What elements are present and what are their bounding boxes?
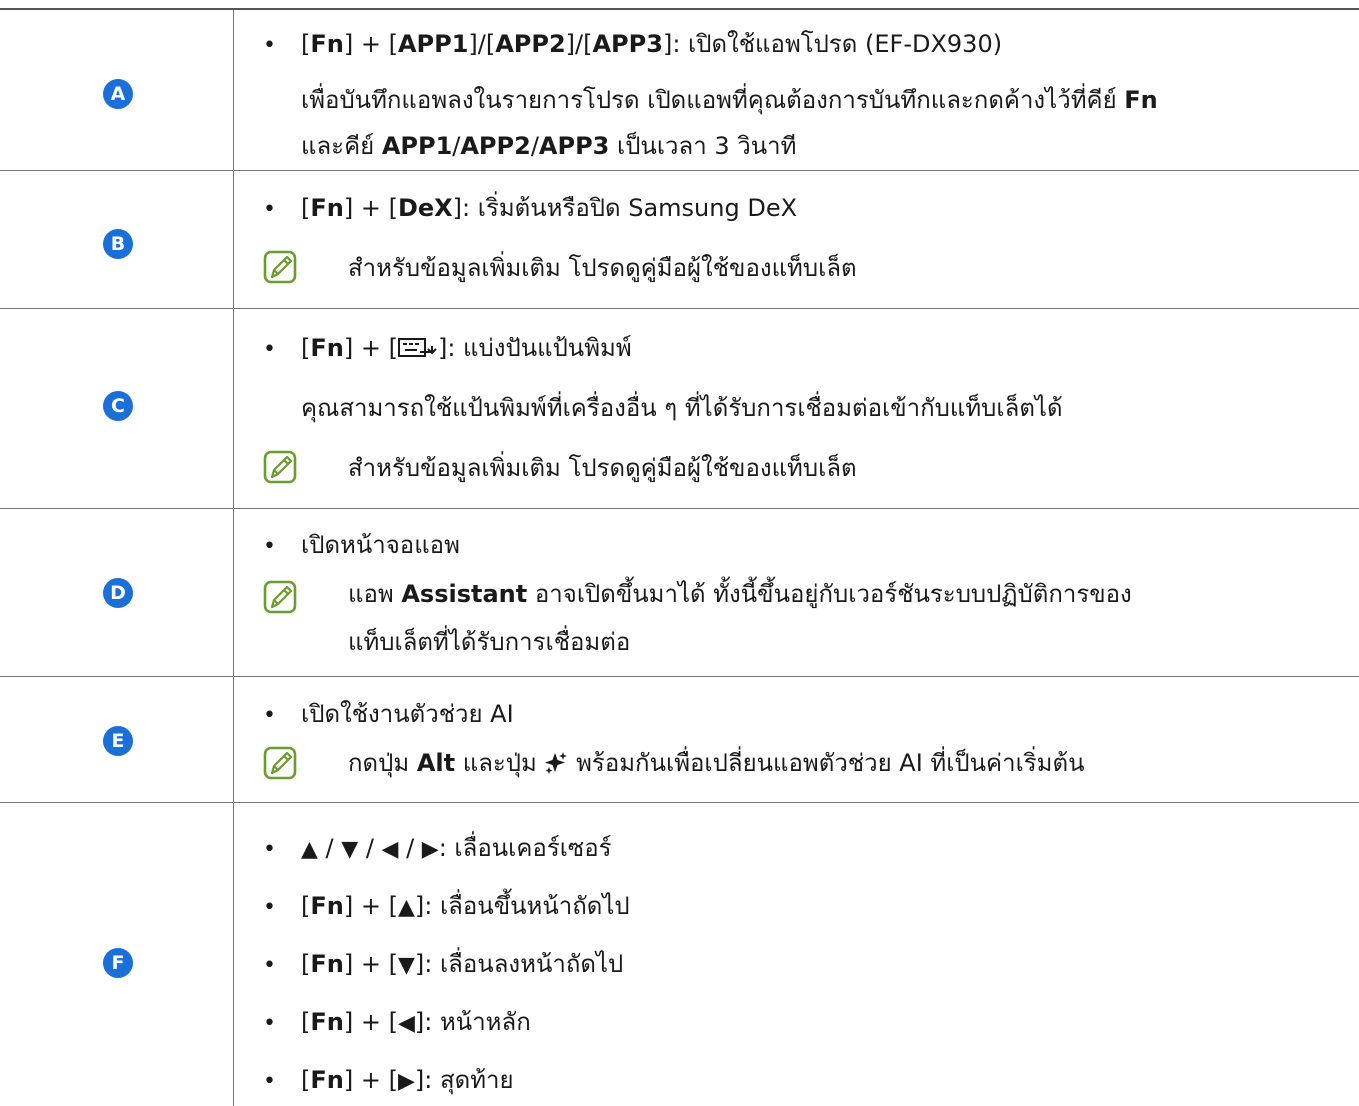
note-pencil-icon <box>263 746 297 780</box>
row-f-item-3: • [Fn] + [▼]: เลื่อนลงหน้าถัดไป <box>263 950 624 978</box>
row-b-note: สำหรับข้อมูลเพิ่มเติม โปรดดูคู่มือผู้ใช้… <box>348 254 857 282</box>
row-c-note: สำหรับข้อมูลเพิ่มเติม โปรดดูคู่มือผู้ใช้… <box>348 454 857 482</box>
row-f-item-4: • [Fn] + [◀]: หน้าหลัก <box>263 1008 531 1036</box>
row-a-bullet: • [Fn] + [APP1]/[APP2]/[APP3]: เปิดใช้แอพ… <box>263 30 1003 58</box>
ai-sparkle-icon <box>545 752 568 774</box>
row-label-f: F <box>103 948 133 978</box>
row-label-e: E <box>103 726 133 756</box>
row-label-a: A <box>103 79 133 109</box>
row-label-d: D <box>103 578 133 608</box>
row-divider <box>0 676 1359 677</box>
table-top-border <box>0 8 1359 10</box>
row-f-item-5: • [Fn] + [▶]: สุดท้าย <box>263 1066 514 1094</box>
row-d-bullet: • เปิดหน้าจอแอพ <box>263 531 460 559</box>
row-a-para-line1: เพื่อบันทึกแอพลงในรายการโปรด เปิดแอพที่ค… <box>301 86 1158 114</box>
row-f-item-2: • [Fn] + [▲]: เลื่อนขึ้นหน้าถัดไป <box>263 892 630 920</box>
row-a-para-line2: และคีย์ APP1/APP2/APP3 เป็นเวลา 3 วินาที <box>301 132 797 160</box>
row-b-bullet: • [Fn] + [DeX]: เริ่มต้นหรือปิด Samsung D… <box>263 194 798 222</box>
share-keyboard-icon <box>397 338 437 357</box>
row-label-c: C <box>103 391 133 421</box>
row-divider <box>0 308 1359 309</box>
row-divider <box>0 170 1359 171</box>
column-divider <box>233 10 234 1106</box>
note-pencil-icon <box>263 580 297 614</box>
row-e-bullet: • เปิดใช้งานตัวช่วย AI <box>263 700 514 728</box>
row-d-note-line2: แท็บเล็ตที่ได้รับการเชื่อมต่อ <box>348 628 631 656</box>
shortcut-table: A • [Fn] + [APP1]/[APP2]/[APP3]: เปิดใช้แ… <box>0 0 1359 1106</box>
row-d-note-line1: แอพ Assistant อาจเปิดขึ้นมาได้ ทั้งนี้ขึ… <box>348 580 1132 608</box>
row-label-b: B <box>103 229 133 259</box>
row-e-note: กดปุ่ม Alt และปุ่ม พร้อมกันเพื่อเปลี่ยนแ… <box>348 749 1085 777</box>
row-c-para: คุณสามารถใช้แป้นพิมพ์ที่เครื่องอื่น ๆ ที… <box>301 394 1063 422</box>
row-divider <box>0 508 1359 509</box>
row-f-item-1: • ▲ / ▼ / ◀ / ▶: เลื่อนเคอร์เซอร์ <box>263 834 612 862</box>
row-divider <box>0 802 1359 803</box>
note-pencil-icon <box>263 250 297 284</box>
note-pencil-icon <box>263 450 297 484</box>
row-c-bullet: • [Fn] + [ ]: แบ่งปันแป้นพิมพ์ <box>263 334 632 362</box>
